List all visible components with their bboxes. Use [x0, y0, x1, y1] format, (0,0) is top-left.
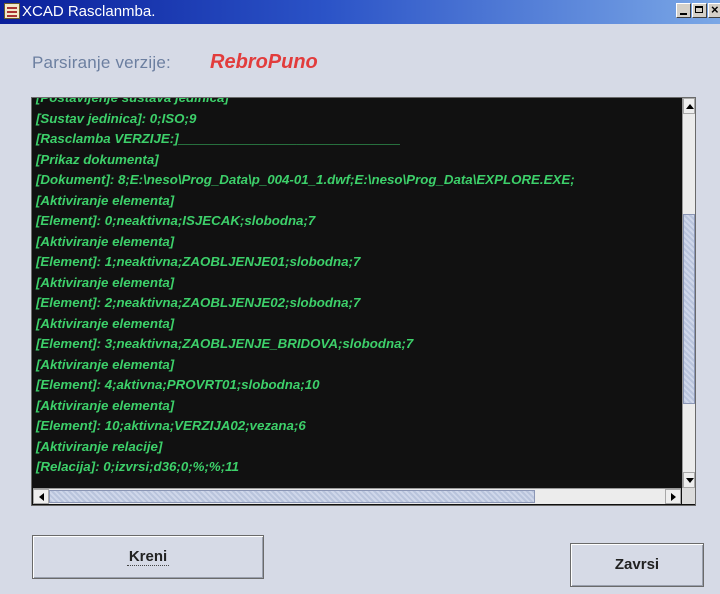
horizontal-scroll-thumb[interactable]: [49, 490, 535, 503]
console-line: [Aktiviranje elementa]: [36, 192, 175, 208]
arrow-left-icon: [39, 493, 44, 501]
close-button[interactable]: ×: [708, 3, 720, 18]
arrow-up-icon: [686, 104, 694, 109]
console-line: [Element]: 4;aktivna;PROVRT01;slobodna;1…: [36, 377, 320, 392]
window-title: XCAD Rasclanmba.: [22, 3, 156, 20]
console-line: [Aktiviranje elementa]: [36, 315, 175, 331]
console-line: [Element]: 2;neaktivna;ZAOBLJENJE02;slob…: [36, 295, 361, 310]
console-line: [Aktiviranje elementa]: [36, 274, 175, 290]
console-line: [Dokument]: 8;E:\neso\Prog_Data\p_004-01…: [36, 172, 575, 187]
console-line: [Rasclamba VERZIJE:]____________________…: [36, 131, 401, 146]
console-line: [Aktiviranje elementa]: [36, 233, 175, 249]
scroll-up-button[interactable]: [683, 98, 695, 114]
app-window: XCAD Rasclanmba. × Parsiranje verzije: R…: [0, 0, 720, 594]
horizontal-scrollbar[interactable]: [33, 488, 681, 504]
scroll-corner: [682, 488, 695, 504]
title-bar[interactable]: XCAD Rasclanmba. ×: [0, 0, 720, 24]
console-output[interactable]: [Postavljenje sustava jedinica] [Sustav …: [33, 98, 681, 488]
finish-button[interactable]: Zavrsi: [570, 543, 704, 587]
console-line: [Element]: 0;neaktivna;ISJECAK;slobodna;…: [36, 213, 316, 228]
vertical-scroll-thumb[interactable]: [683, 214, 695, 404]
start-button-label: Kreni: [126, 548, 170, 566]
scroll-left-button[interactable]: [33, 489, 49, 504]
app-icon[interactable]: [4, 3, 20, 19]
scroll-right-button[interactable]: [665, 489, 681, 504]
maximize-icon: [695, 6, 703, 13]
start-button[interactable]: Kreni: [32, 535, 264, 579]
close-icon: ×: [711, 2, 719, 17]
console-line: [Aktiviranje relacije]: [36, 438, 163, 454]
console-line: [Sustav jedinica]: 0;ISO;9: [36, 110, 197, 126]
console-line: [Prikaz dokumenta]: [36, 151, 159, 167]
console-panel: [Postavljenje sustava jedinica] [Sustav …: [31, 97, 696, 506]
arrow-right-icon: [671, 493, 676, 501]
arrow-down-icon: [686, 478, 694, 483]
console-line: [Element]: 10;aktivna;VERZIJA02;vezana;6: [36, 418, 306, 433]
vertical-scrollbar[interactable]: [682, 98, 695, 488]
maximize-button[interactable]: [692, 3, 707, 18]
scroll-down-button[interactable]: [683, 472, 695, 488]
console-line: [Aktiviranje elementa]: [36, 356, 175, 372]
version-name: RebroPuno: [210, 51, 318, 73]
console-line: [Relacija]: 0;izvrsi;d36;0;%;%;11: [36, 459, 239, 474]
console-lines: [Postavljenje sustava jedinica] [Sustav …: [36, 98, 575, 478]
console-line: [Element]: 1;neaktivna;ZAOBLJENJE01;slob…: [36, 254, 361, 269]
minimize-icon: [680, 13, 687, 15]
minimize-button[interactable]: [676, 3, 691, 18]
parse-version-label: Parsiranje verzije:: [32, 53, 171, 72]
console-line: [Aktiviranje elementa]: [36, 397, 175, 413]
console-line: [Postavljenje sustava jedinica]: [36, 98, 575, 109]
console-line: [Element]: 3;neaktivna;ZAOBLJENJE_BRIDOV…: [36, 336, 414, 351]
